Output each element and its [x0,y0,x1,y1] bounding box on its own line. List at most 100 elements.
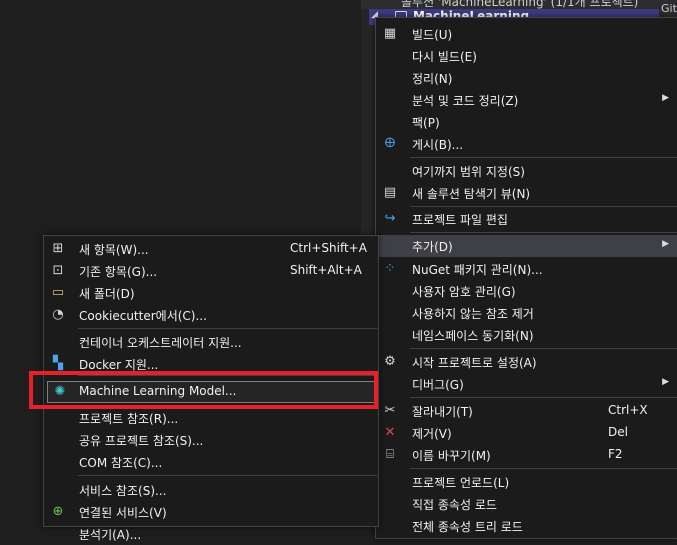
menu-item-rename[interactable]: ⌸ 이름 바꾸기(M) F2 [377,444,677,466]
menu-item-label: 프로젝트 파일 편집 [412,213,508,227]
menu-item-label: 직접 종속성 로드 [412,498,497,512]
menu-item-build[interactable]: ▦ 빌드(U) [377,23,677,45]
menu-separator [410,232,677,233]
menu-item-label: NuGet 패키지 관리(N)... [412,263,543,277]
submenu-item-new-item[interactable]: ⊞ 새 항목(W)... Ctrl+Shift+A [45,238,377,260]
menu-item-label: 잘라내기(T) [412,405,473,419]
menu-item-label: 팩(P) [412,116,440,130]
menu-separator [78,328,377,329]
menu-item-debug[interactable]: 디버그(G) ▶ [377,373,677,395]
shortcut-label: Del [608,425,628,439]
menu-item-label: 공유 프로젝트 참조(S)... [79,434,204,448]
new-item-icon: ⊞ [52,241,64,256]
edit-arrow-icon: ↪ [384,211,396,226]
submenu-item-com-reference[interactable]: COM 참조(C)... [45,451,377,473]
submenu-item-new-folder[interactable]: ▭ 새 폴더(D) [45,282,377,304]
menu-item-sync-namespaces[interactable]: 네임스페이스 동기화(N) [377,324,677,346]
solution-row-label: 솔루션 'MachineLearning' (1/1개 프로젝트) [401,0,639,9]
menu-item-label: 디버그(G) [412,378,464,392]
menu-item-label: COM 참조(C)... [79,456,163,470]
menu-item-label: 새 솔루션 탐색기 뷰(N) [412,187,531,201]
menu-separator [78,475,377,476]
globe-icon: 🜨 [384,136,396,151]
menu-item-unload-project[interactable]: 프로젝트 언로드(L) [377,471,677,493]
menu-item-add[interactable]: 추가(D) ▶ [377,235,677,257]
menu-separator [410,157,677,158]
nuget-icon: ⁘ [384,261,396,276]
menu-item-load-direct-dependencies[interactable]: 직접 종속성 로드 [377,493,677,515]
menu-item-label: 정리(N) [412,72,453,86]
menu-item-edit-project-file[interactable]: ↪ 프로젝트 파일 편집 [377,208,677,230]
menu-item-load-dependency-tree[interactable]: 전체 종속성 트리 로드 [377,515,677,537]
menu-item-label: 서비스 참조(S)... [79,484,167,498]
menu-item-remove-unused-references[interactable]: 사용하지 않는 참조 제거 [377,302,677,324]
submenu-item-service-reference[interactable]: 서비스 참조(S)... [45,479,377,501]
existing-item-icon: ⊡ [52,263,64,278]
menu-item-clean[interactable]: 정리(N) [377,67,677,89]
submenu-item-analyzer[interactable]: 분석기(A)... [45,523,377,545]
menu-item-label: 프로젝트 언로드(L) [412,476,510,490]
project-context-menu: ▦ 빌드(U) 다시 빌드(E) 정리(N) 분석 및 코드 정리(Z) ▶ 팩… [375,17,677,539]
submenu-item-connected-services[interactable]: ⊕ 연결된 서비스(V) [45,501,377,523]
menu-item-label: 프로젝트 참조(R)... [79,412,179,426]
menu-item-pack[interactable]: 팩(P) [377,111,677,133]
docker-icon: ▚ [53,356,63,371]
scissors-icon: ✂ [384,403,396,418]
cookiecutter-icon: ◔ [52,307,64,322]
menu-item-label: 사용하지 않는 참조 제거 [412,307,534,321]
menu-item-label: 게시(B)... [412,138,464,152]
menu-item-label: 기존 항목(G)... [79,265,158,279]
submenu-item-container-orchestrator[interactable]: 컨테이너 오케스트레이터 지원... [45,331,377,353]
window-icon: ▤ [383,185,397,200]
menu-item-new-solution-explorer-view[interactable]: ▤ 새 솔루션 탐색기 뷰(N) [377,182,677,204]
shortcut-label: Ctrl+X [608,403,648,417]
menu-item-label: 빌드(U) [412,28,453,42]
menu-item-label: 분석 및 코드 정리(Z) [412,94,519,108]
submenu-item-project-reference[interactable]: 프로젝트 참조(R)... [45,407,377,429]
menu-separator [410,348,677,349]
menu-item-analyze[interactable]: 분석 및 코드 정리(Z) ▶ [377,89,677,111]
menu-item-label: 추가(D) [412,240,453,254]
submenu-arrow-icon: ▶ [662,93,669,103]
menu-item-remove[interactable]: ✕ 제거(V) Del [377,422,677,444]
menu-item-label: 컨테이너 오케스트레이터 지원... [79,336,242,350]
menu-item-publish[interactable]: 🜨 게시(B)... [377,133,677,155]
annotation-highlight-box [29,371,378,409]
menu-item-label: 여기까지 범위 지정(S) [412,165,525,179]
build-icon: ▦ [383,26,397,41]
solution-row[interactable]: 솔루션 'MachineLearning' (1/1개 프로젝트) [361,0,677,9]
git-tab-label: Git [661,2,677,15]
submenu-item-cookiecutter[interactable]: ◔ Cookiecutter에서(C)... [45,304,377,326]
menu-item-label: 시작 프로젝트로 설정(A) [412,356,537,370]
menu-item-label: 이름 바꾸기(M) [412,449,491,463]
shortcut-label: F2 [608,447,623,461]
connected-service-icon: ⊕ [52,504,64,519]
menu-item-label: 사용자 암호 관리(G) [412,285,516,299]
menu-item-label: 네임스페이스 동기화(N) [412,329,534,343]
menu-item-manage-nuget[interactable]: ⁘ NuGet 패키지 관리(N)... [377,258,677,280]
submenu-item-shared-project-reference[interactable]: 공유 프로젝트 참조(S)... [45,429,377,451]
menu-separator [410,206,677,207]
menu-item-label: 연결된 서비스(V) [79,506,167,520]
menu-separator [410,397,677,398]
menu-item-label: 분석기(A)... [79,528,142,542]
delete-icon: ✕ [384,425,396,440]
menu-item-set-startup-project[interactable]: ⚙ 시작 프로젝트로 설정(A) [377,351,677,373]
submenu-arrow-icon: ▶ [662,377,669,387]
submenu-arrow-icon: ▶ [662,239,669,249]
shortcut-label: Shift+Alt+A [290,263,362,277]
menu-item-label: 새 폴더(D) [79,287,135,301]
menu-item-manage-user-secrets[interactable]: 사용자 암호 관리(G) [377,280,677,302]
shortcut-label: Ctrl+Shift+A [290,241,367,255]
rename-icon: ⌸ [386,447,394,462]
menu-separator [410,468,677,469]
menu-item-label: 전체 종속성 트리 로드 [412,520,523,534]
menu-item-label: 새 항목(W)... [79,243,149,257]
menu-item-label: 제거(V) [412,427,452,441]
menu-item-label: 다시 빌드(E) [412,50,477,64]
submenu-item-existing-item[interactable]: ⊡ 기존 항목(G)... Shift+Alt+A [45,260,377,282]
menu-item-cut[interactable]: ✂ 잘라내기(T) Ctrl+X [377,400,677,422]
menu-item-rebuild[interactable]: 다시 빌드(E) [377,45,677,67]
new-folder-icon: ▭ [51,285,65,300]
menu-item-scope-to-this[interactable]: 여기까지 범위 지정(S) [377,160,677,182]
